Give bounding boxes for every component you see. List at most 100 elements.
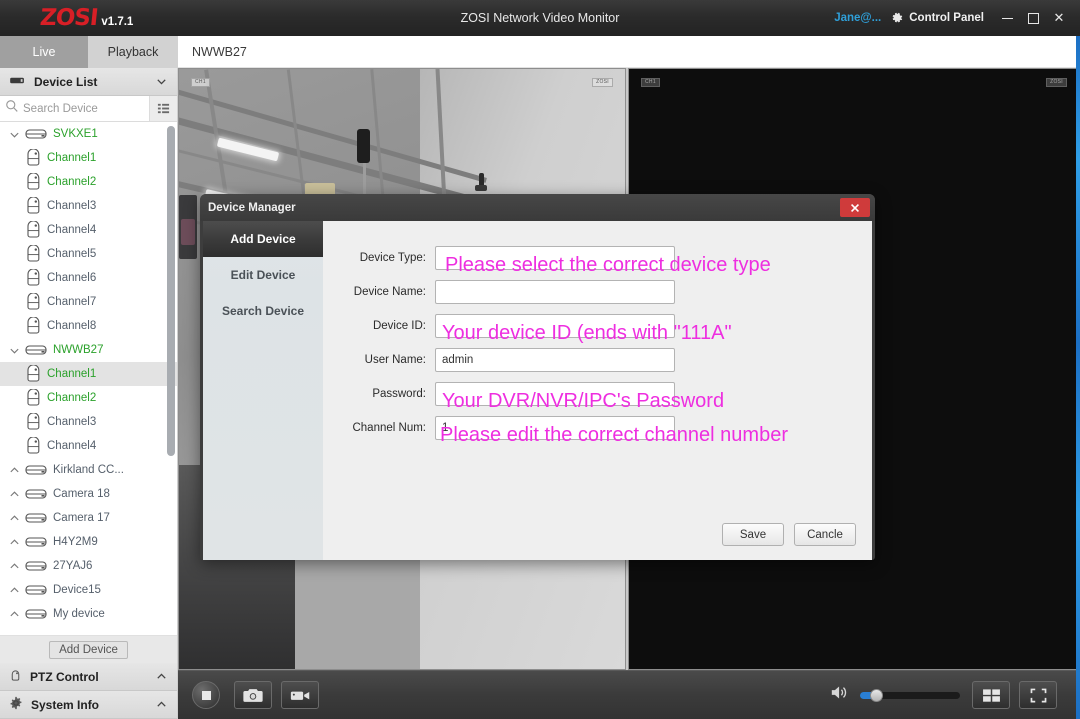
device-tree-device-item[interactable]: My device bbox=[0, 602, 177, 626]
volume-slider[interactable] bbox=[860, 692, 960, 699]
device-tree-channel-item[interactable]: Channel7 bbox=[0, 290, 177, 314]
device-tree-channel-item[interactable]: Channel1 bbox=[0, 146, 177, 170]
device-tree-scrollbar[interactable] bbox=[167, 126, 175, 456]
user-name-label: User Name: bbox=[323, 354, 435, 366]
device-tree-device-item[interactable]: Camera 17 bbox=[0, 506, 177, 530]
dialog-tab-search-device[interactable]: Search Device bbox=[203, 293, 323, 329]
device-tree-channel-item[interactable]: Channel1 bbox=[0, 362, 177, 386]
add-device-button[interactable]: Add Device bbox=[49, 641, 128, 659]
device-id-label: Device ID: bbox=[323, 320, 435, 332]
tree-item-label: Camera 17 bbox=[53, 512, 110, 524]
app-window: ZOSI v1.7.1 ZOSI Network Video Monitor J… bbox=[0, 0, 1080, 719]
control-panel-label[interactable]: Control Panel bbox=[909, 12, 984, 24]
device-tree-device-item[interactable]: 27YAJ6 bbox=[0, 554, 177, 578]
tree-item-label: Channel5 bbox=[47, 248, 96, 260]
toolbar-right-controls bbox=[830, 681, 1066, 709]
field-row-device-id: Device ID: bbox=[323, 309, 872, 343]
app-version: v1.7.1 bbox=[101, 16, 133, 28]
device-tree-channel-item[interactable]: Channel2 bbox=[0, 386, 177, 410]
grid-layout-button[interactable] bbox=[972, 681, 1010, 709]
device-tree-channel-item[interactable]: Channel8 bbox=[0, 314, 177, 338]
user-account-label[interactable]: Jane@... bbox=[834, 12, 881, 24]
tree-item-label: Channel6 bbox=[47, 272, 96, 284]
tree-item-label: Device15 bbox=[53, 584, 101, 596]
password-label: Password: bbox=[323, 388, 435, 400]
title-bar: ZOSI v1.7.1 ZOSI Network Video Monitor J… bbox=[0, 0, 1080, 36]
user-name-field[interactable] bbox=[435, 348, 675, 372]
minimize-button[interactable] bbox=[994, 6, 1020, 30]
device-tree-channel-item[interactable]: Channel5 bbox=[0, 242, 177, 266]
device-tree[interactable]: SVKXE1Channel1Channel2Channel3Channel4Ch… bbox=[0, 122, 177, 635]
device-tree-channel-item[interactable]: Channel4 bbox=[0, 218, 177, 242]
device-icon bbox=[9, 75, 26, 89]
ptz-icon bbox=[9, 669, 22, 685]
field-row-user-name: User Name: bbox=[323, 343, 872, 377]
tree-item-label: My device bbox=[53, 608, 105, 620]
tree-item-label: SVKXE1 bbox=[53, 128, 98, 140]
device-tree-device-item[interactable]: Kirkland CC... bbox=[0, 458, 177, 482]
tree-item-label: Channel2 bbox=[47, 392, 96, 404]
tree-item-label: Camera 18 bbox=[53, 488, 110, 500]
tab-device-nwwb27[interactable]: NWWB27 bbox=[178, 36, 1080, 68]
tree-item-label: Channel1 bbox=[47, 368, 96, 380]
device-tree-device-item[interactable]: NWWB27 bbox=[0, 338, 177, 362]
dialog-tab-list: Add Device Edit Device Search Device bbox=[203, 221, 323, 560]
volume-icon[interactable] bbox=[830, 684, 850, 706]
pane-channel-badge: CH1 bbox=[641, 78, 660, 87]
search-box[interactable] bbox=[0, 96, 149, 121]
add-device-row: Add Device bbox=[0, 635, 177, 663]
password-field[interactable] bbox=[435, 382, 675, 406]
dialog-tab-add-device[interactable]: Add Device bbox=[203, 221, 323, 257]
chevron-up-icon[interactable] bbox=[155, 670, 168, 683]
search-input[interactable] bbox=[23, 103, 149, 115]
device-name-field[interactable] bbox=[435, 280, 675, 304]
device-tree-channel-item[interactable]: Channel3 bbox=[0, 194, 177, 218]
device-type-field[interactable] bbox=[435, 246, 675, 270]
device-tree-channel-item[interactable]: Channel2 bbox=[0, 170, 177, 194]
brand-logo: ZOSI v1.7.1 bbox=[40, 7, 133, 30]
system-info-title: System Info bbox=[31, 698, 155, 712]
field-row-device-type: Device Type: bbox=[323, 241, 872, 275]
dialog-close-button[interactable] bbox=[840, 198, 870, 217]
system-info-header[interactable]: System Info bbox=[0, 691, 177, 719]
tree-item-label: Kirkland CC... bbox=[53, 464, 124, 476]
list-view-button[interactable] bbox=[149, 96, 177, 121]
ptz-control-header[interactable]: PTZ Control bbox=[0, 663, 177, 691]
device-id-field[interactable] bbox=[435, 314, 675, 338]
sidebar: Device List SVKXE1Channel1Channe bbox=[0, 68, 178, 719]
channel-num-field[interactable] bbox=[435, 416, 675, 440]
chevron-up-icon[interactable] bbox=[155, 698, 168, 711]
tree-item-label: Channel3 bbox=[47, 416, 96, 428]
device-manager-dialog[interactable]: Device Manager Add Device Edit Device Se… bbox=[200, 194, 875, 560]
device-tree-device-item[interactable]: Camera 18 bbox=[0, 482, 177, 506]
save-button[interactable]: Save bbox=[722, 523, 784, 546]
fullscreen-button[interactable] bbox=[1019, 681, 1057, 709]
tree-item-label: Channel7 bbox=[47, 296, 96, 308]
chevron-down-icon[interactable] bbox=[155, 75, 168, 88]
main-tab-strip: Live Playback NWWB27 bbox=[0, 36, 1080, 68]
device-tree-channel-item[interactable]: Channel6 bbox=[0, 266, 177, 290]
device-tree-channel-item[interactable]: Channel3 bbox=[0, 410, 177, 434]
snapshot-button[interactable] bbox=[234, 681, 272, 709]
stop-button[interactable] bbox=[192, 681, 220, 709]
record-button[interactable] bbox=[281, 681, 319, 709]
titlebar-right-controls: Jane@... Control Panel ✕ bbox=[834, 0, 1080, 36]
close-icon[interactable]: ✕ bbox=[1046, 6, 1072, 30]
dialog-tab-edit-device[interactable]: Edit Device bbox=[203, 257, 323, 293]
playback-toolbar bbox=[178, 670, 1080, 719]
tab-playback[interactable]: Playback bbox=[88, 36, 178, 68]
device-tree-device-item[interactable]: H4Y2M9 bbox=[0, 530, 177, 554]
channel-num-label: Channel Num: bbox=[323, 422, 435, 434]
dialog-actions: Save Cancle bbox=[722, 523, 856, 546]
gear-icon[interactable] bbox=[890, 11, 904, 25]
device-tree-device-item[interactable]: SVKXE1 bbox=[0, 122, 177, 146]
device-list-header[interactable]: Device List bbox=[0, 68, 177, 96]
tree-item-label: Channel1 bbox=[47, 152, 96, 164]
gear-icon bbox=[9, 696, 23, 713]
window-edge-highlight bbox=[1076, 36, 1080, 719]
tab-live[interactable]: Live bbox=[0, 36, 88, 68]
device-tree-channel-item[interactable]: Channel4 bbox=[0, 434, 177, 458]
cancel-button[interactable]: Cancle bbox=[794, 523, 856, 546]
maximize-button[interactable] bbox=[1020, 6, 1046, 30]
device-tree-device-item[interactable]: Device15 bbox=[0, 578, 177, 602]
